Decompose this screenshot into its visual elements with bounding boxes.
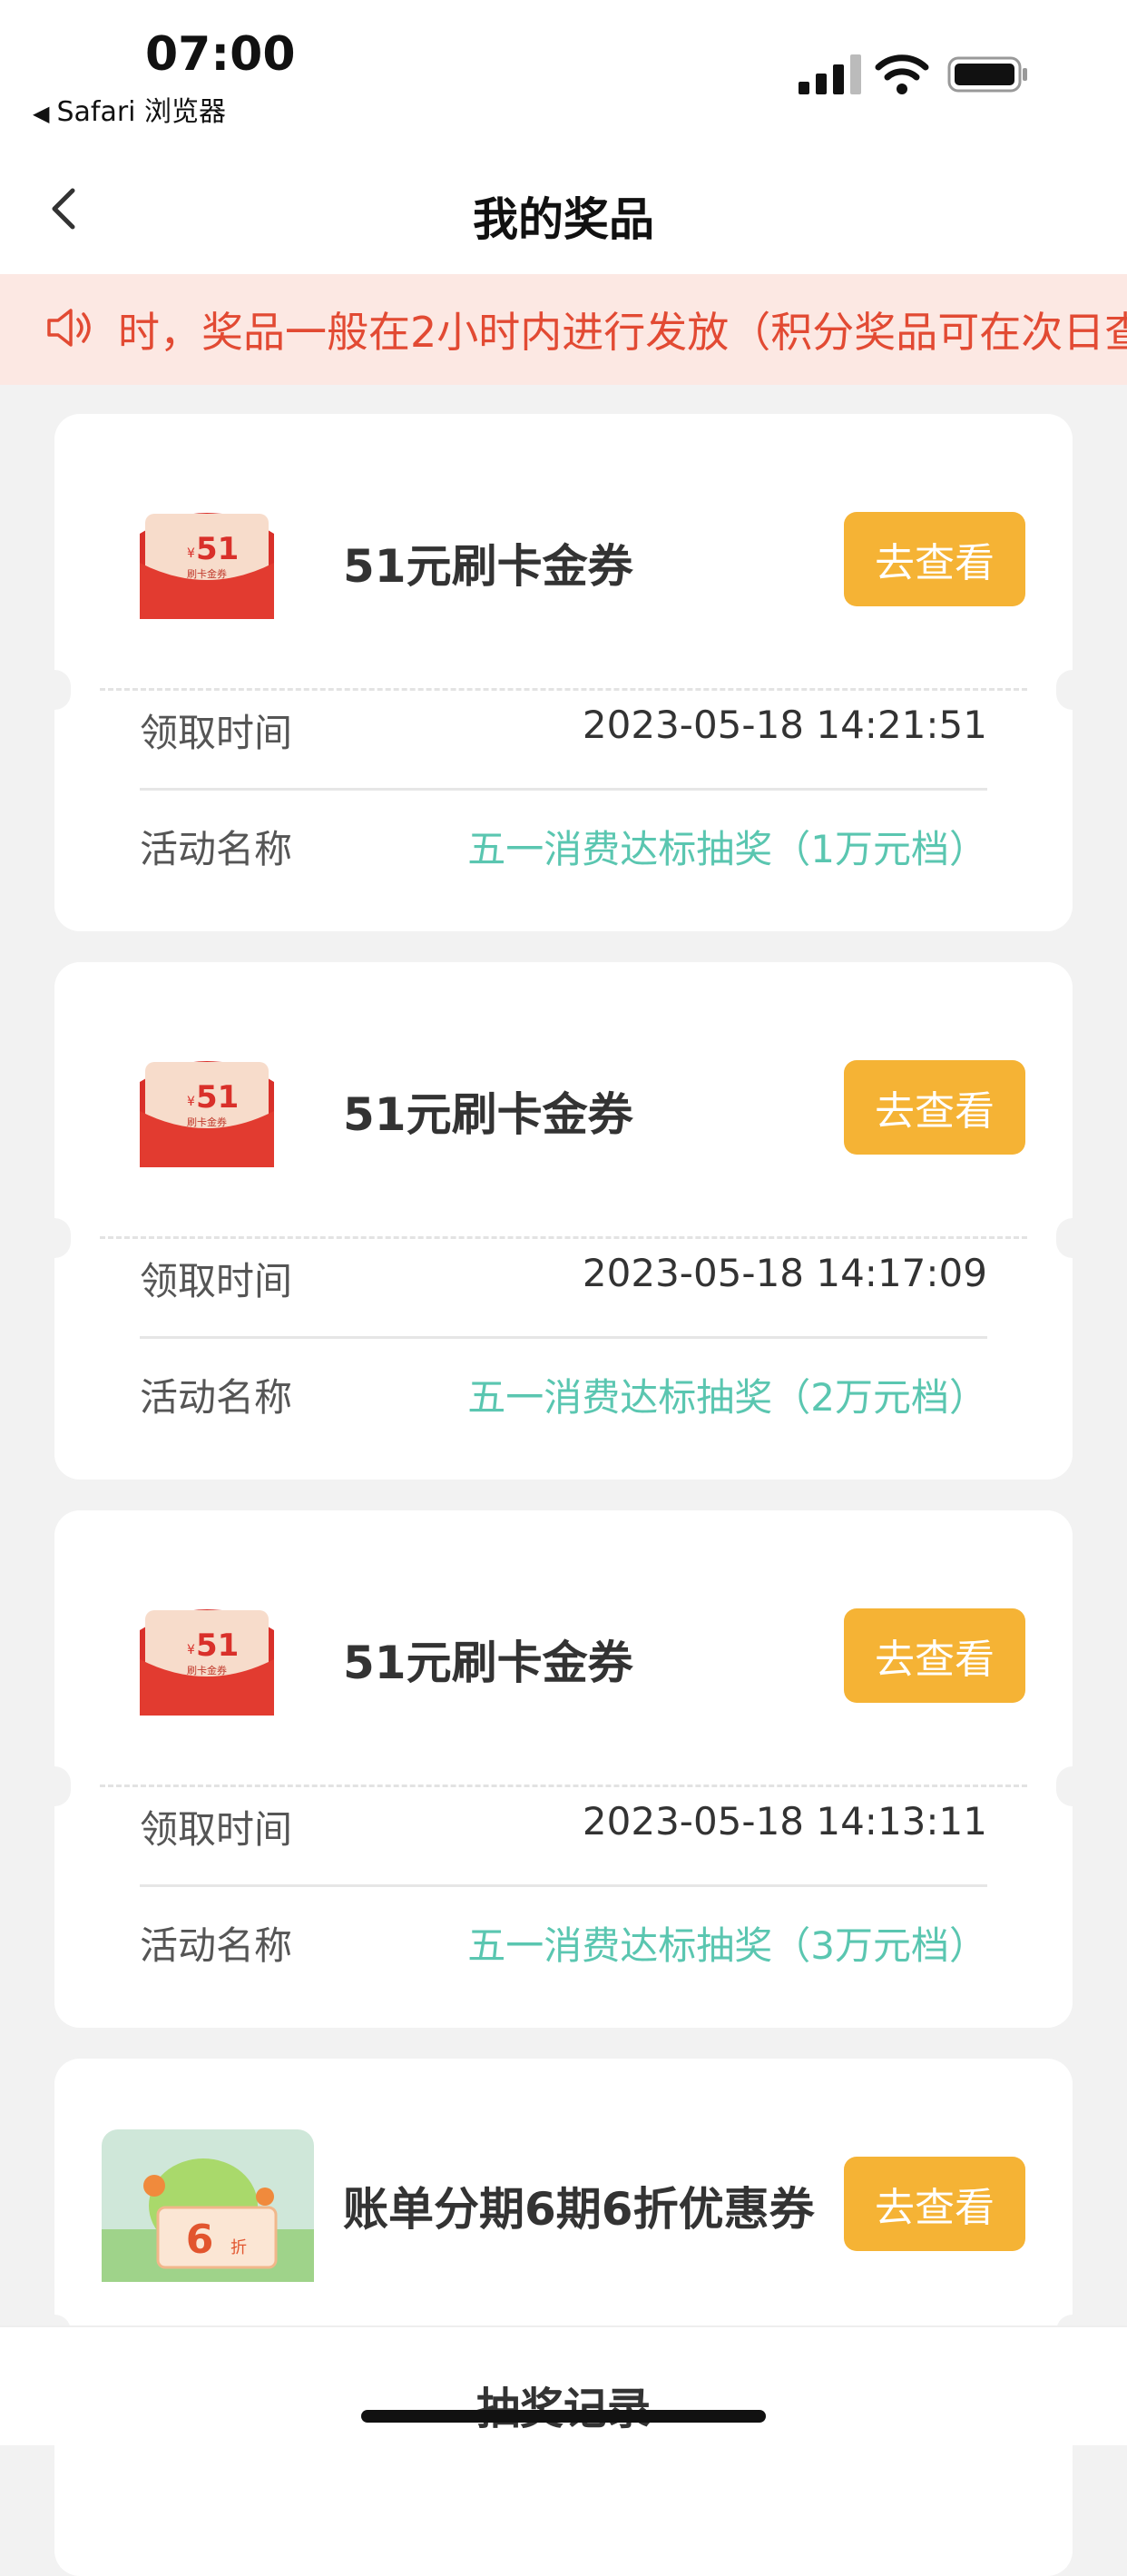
prize-name: 51元刷卡金券 xyxy=(343,1637,633,1689)
svg-text:¥: ¥ xyxy=(187,546,195,561)
view-prize-button[interactable]: 去查看 xyxy=(844,1060,1025,1155)
prize-name: 51元刷卡金券 xyxy=(343,1088,633,1141)
claim-time-label: 领取时间 xyxy=(140,1807,293,1852)
activity-name-label: 活动名称 xyxy=(140,827,293,871)
discount-unit: 折 xyxy=(230,2238,247,2257)
back-app-label: Safari 浏览器 xyxy=(56,96,227,128)
coupon-amount: 51 xyxy=(196,1627,239,1664)
red-envelope-coupon-icon: ¥ 51 刷卡金券 xyxy=(140,1609,274,1716)
prize-name: 账单分期6期6折优惠券 xyxy=(343,2183,815,2236)
red-envelope-coupon-icon: ¥ 51 刷卡金券 xyxy=(140,513,274,619)
battery-icon xyxy=(947,56,1027,93)
coupon-caption: 刷卡金券 xyxy=(187,1664,227,1676)
status-time: 07:00 xyxy=(145,27,296,82)
prize-name: 51元刷卡金券 xyxy=(343,540,633,593)
card-notch xyxy=(38,1766,71,1806)
speaker-icon xyxy=(47,309,91,347)
row-divider xyxy=(140,1884,987,1887)
dashed-divider xyxy=(100,688,1027,691)
activity-name-label: 活动名称 xyxy=(140,1923,293,1968)
dashed-divider xyxy=(100,1785,1027,1787)
claim-time-label: 领取时间 xyxy=(140,1259,293,1303)
view-prize-button[interactable]: 去查看 xyxy=(844,512,1025,606)
activity-name-value[interactable]: 五一消费达标抽奖（3万元档） xyxy=(467,1915,987,1971)
cellular-signal-icon xyxy=(799,54,861,94)
card-notch xyxy=(38,670,71,710)
svg-text:¥: ¥ xyxy=(187,1643,195,1657)
coupon-caption: 刷卡金券 xyxy=(187,1116,227,1128)
coupon-amount: 51 xyxy=(196,531,239,567)
card-notch xyxy=(1056,1766,1089,1806)
page-title: 我的奖品 xyxy=(473,193,654,246)
back-triangle-icon: ◀ xyxy=(33,101,50,126)
activity-name-value[interactable]: 五一消费达标抽奖（2万元档） xyxy=(467,1367,987,1422)
claim-time-label: 领取时间 xyxy=(140,711,293,755)
prize-card: ¥ 51 刷卡金券 51元刷卡金券 去查看 领取时间 2023-05-18 14… xyxy=(38,1510,1089,2028)
navigation-bar: 我的奖品 xyxy=(0,145,1127,274)
prize-card: ¥ 51 刷卡金券 51元刷卡金券 去查看 领取时间 2023-05-18 14… xyxy=(38,962,1089,1480)
home-indicator[interactable] xyxy=(361,2410,766,2423)
back-to-safari-link[interactable]: ◀ Safari 浏览器 xyxy=(33,89,226,129)
status-bar: 07:00 ◀ Safari 浏览器 xyxy=(0,0,1127,145)
notice-banner: 时，奖品一般在2小时内进行发放（积分奖品可在次日查 xyxy=(0,274,1127,385)
prize-card: ¥ 51 刷卡金券 51元刷卡金券 去查看 领取时间 2023-05-18 14… xyxy=(38,414,1089,931)
card-notch xyxy=(38,1218,71,1258)
card-notch xyxy=(1056,1218,1089,1258)
bottom-bar: 抽奖记录 xyxy=(0,2325,1127,2445)
activity-name-label: 活动名称 xyxy=(140,1375,293,1420)
red-envelope-coupon-icon: ¥ 51 刷卡金券 xyxy=(140,1061,274,1167)
card-notch xyxy=(1056,670,1089,710)
view-prize-button[interactable]: 去查看 xyxy=(844,2157,1025,2251)
view-prize-button[interactable]: 去查看 xyxy=(844,1608,1025,1703)
prize-card: 6 折 账单分期6期6折优惠券 去查看 xyxy=(38,2059,1089,2576)
claim-time-value: 2023-05-18 14:13:11 xyxy=(582,1799,987,1844)
row-divider xyxy=(140,1336,987,1339)
dashed-divider xyxy=(100,1236,1027,1239)
row-divider xyxy=(140,788,987,791)
coupon-caption: 刷卡金券 xyxy=(187,567,227,580)
installment-coupon-icon: 6 折 xyxy=(102,2129,314,2282)
claim-time-value: 2023-05-18 14:17:09 xyxy=(582,1251,987,1295)
svg-text:¥: ¥ xyxy=(187,1095,195,1109)
coupon-amount: 51 xyxy=(196,1079,239,1116)
activity-name-value[interactable]: 五一消费达标抽奖（1万元档） xyxy=(467,819,987,874)
claim-time-value: 2023-05-18 14:21:51 xyxy=(582,703,987,747)
lottery-record-button[interactable]: 抽奖记录 xyxy=(0,2373,1127,2436)
discount-amount: 6 xyxy=(186,2217,214,2263)
wifi-icon xyxy=(875,54,929,94)
notice-text: 时，奖品一般在2小时内进行发放（积分奖品可在次日查 xyxy=(118,308,1127,357)
